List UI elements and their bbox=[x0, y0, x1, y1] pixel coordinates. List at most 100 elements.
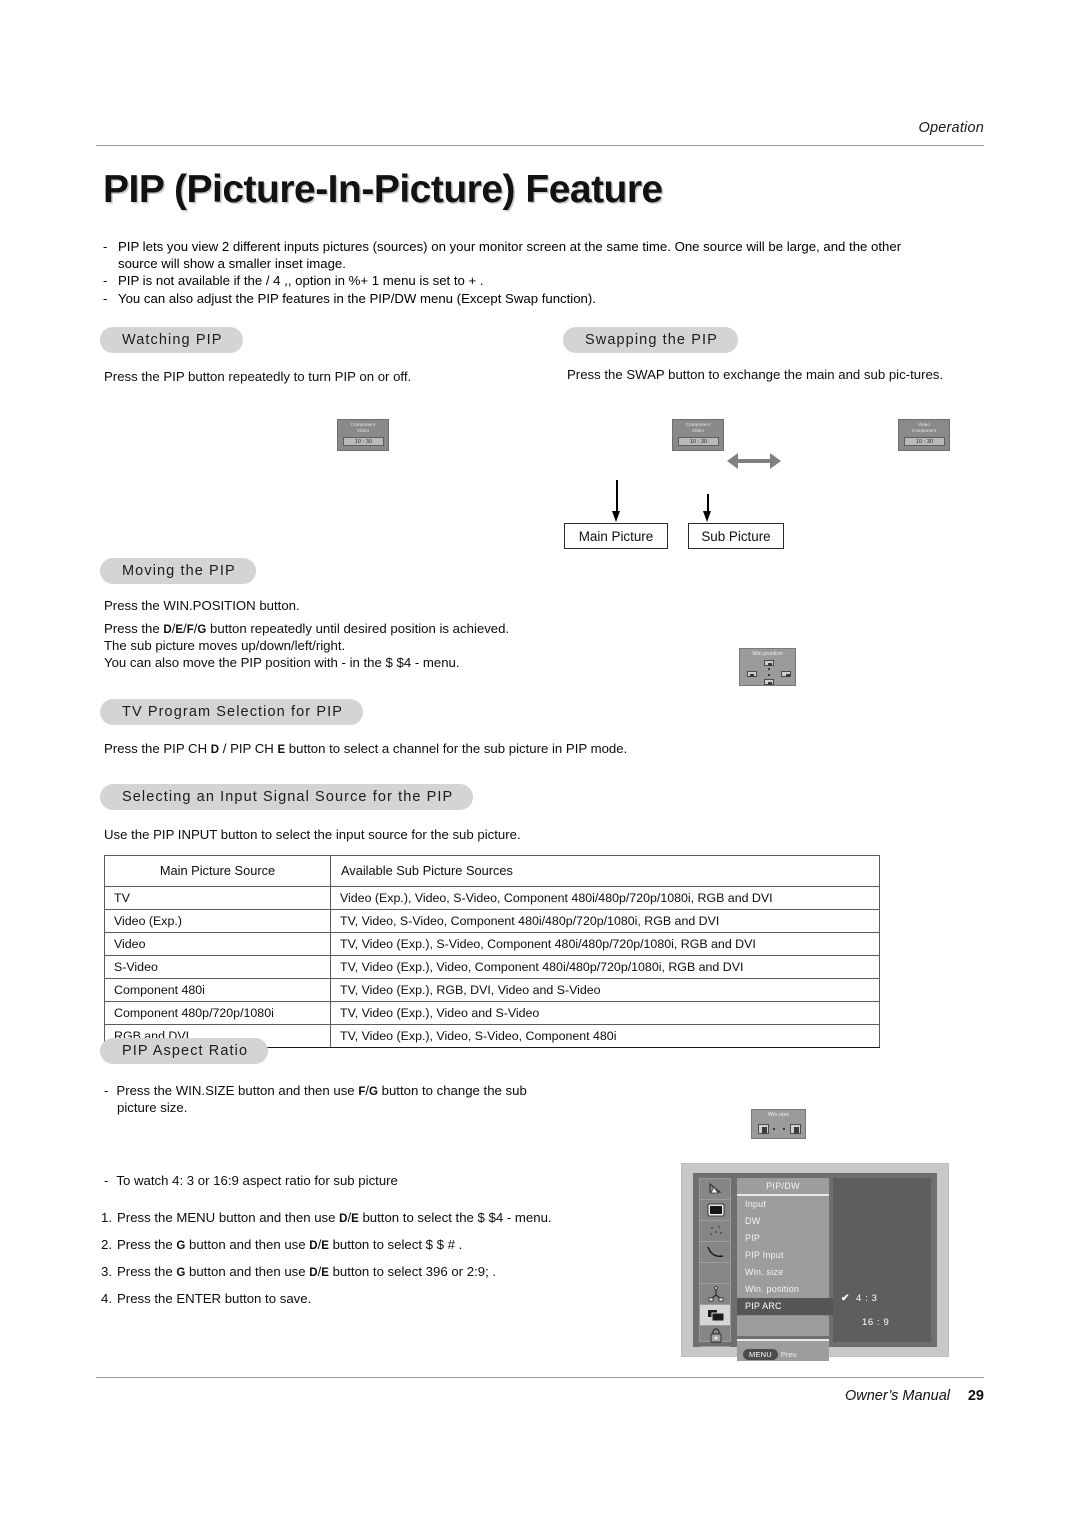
osd-menu-list: Input DW PIP PIP Input Win. size Win. po… bbox=[737, 1196, 859, 1315]
key-down-icon: D bbox=[309, 1240, 318, 1252]
win-size-dot-right-icon bbox=[783, 1128, 785, 1130]
key-right-icon: G bbox=[176, 1267, 186, 1279]
step-number: 3. bbox=[101, 1264, 112, 1279]
osd-sidebar-pip-icon[interactable] bbox=[700, 1305, 730, 1326]
osd-sidebar-sparkle-icon[interactable] bbox=[700, 1221, 730, 1242]
key-up-icon: E bbox=[351, 1213, 359, 1225]
win-position-keypad-widget: Win.position bbox=[739, 648, 796, 686]
down-arrow-icon bbox=[768, 681, 772, 685]
table-body: Main Picture Source Available Sub Pictur… bbox=[104, 855, 880, 1048]
bullet-dash: - bbox=[103, 290, 108, 306]
table-cell-sub-sources: TV, Video (Exp.), Video and S-Video bbox=[330, 1001, 880, 1025]
osd-sidebar-lock-icon[interactable] bbox=[700, 1326, 730, 1347]
win-position-right-button[interactable] bbox=[781, 671, 791, 677]
intro-bullet-2-text: PIP is not available if the / 4 ,, optio… bbox=[118, 273, 484, 289]
osd-option-checkmark-icon: ✔ bbox=[841, 1293, 850, 1304]
step-pre: Press the MENU button and then use bbox=[117, 1210, 340, 1225]
swap-arrow-right-head bbox=[770, 453, 781, 469]
key-left-icon: F bbox=[186, 624, 194, 636]
osd-sidebar-picture-icon[interactable] bbox=[700, 1200, 730, 1221]
osd-prev-label: Prev. bbox=[780, 1350, 798, 1359]
table-header-sub-sources: Available Sub Picture Sources bbox=[330, 855, 880, 887]
key-up-icon: E bbox=[175, 624, 184, 636]
grow-icon bbox=[794, 1127, 799, 1133]
win-size-increase-button[interactable] bbox=[790, 1124, 801, 1134]
sparkle-icon-svg bbox=[710, 1226, 722, 1235]
win-position-up-button[interactable] bbox=[764, 660, 774, 666]
key-down-icon: D bbox=[210, 744, 220, 756]
arrow-stem bbox=[616, 480, 618, 511]
key-up-icon: E bbox=[277, 744, 286, 756]
heading-pip-aspect-ratio: PIP Aspect Ratio bbox=[100, 1038, 269, 1064]
osd-item-input[interactable]: Input bbox=[737, 1196, 829, 1213]
bullet-dash: - bbox=[104, 1173, 109, 1188]
osd-item-dw[interactable]: DW bbox=[737, 1213, 829, 1230]
osd-item-pip-input[interactable]: PIP Input bbox=[737, 1247, 829, 1264]
osd-menu-button-chip[interactable]: MENU bbox=[743, 1349, 778, 1360]
table-cell-main-source: S-Video bbox=[104, 955, 331, 979]
arrow-to-sub-picture-icon bbox=[702, 494, 713, 522]
step-post-2: button to select $ $ # . bbox=[328, 1237, 463, 1252]
step-pre: Press the bbox=[117, 1237, 177, 1252]
aspect-step-4: 4. Press the ENTER button to save. bbox=[101, 1290, 661, 1307]
intro-bullet-2: - PIP is not available if the / 4 ,, opt… bbox=[103, 272, 943, 289]
table-row: S-Video TV, Video (Exp.), Video, Compone… bbox=[104, 955, 880, 979]
intro-bullet-1-text: PIP lets you view 2 different inputs pic… bbox=[118, 239, 902, 272]
tv-thumbnail-swap-before: Component Video 10 : 30 bbox=[672, 419, 724, 451]
smile-curve-icon-svg bbox=[707, 1246, 724, 1257]
bullet-dash: - bbox=[103, 239, 108, 254]
heading-swapping-pip: Swapping the PIP bbox=[563, 327, 738, 353]
sub-picture-label-box: Sub Picture bbox=[688, 523, 784, 549]
win-position-left-button[interactable] bbox=[747, 671, 757, 677]
osd-option-4-3[interactable]: 4 : 3 bbox=[856, 1293, 878, 1304]
table-cell-sub-sources: TV, Video (Exp.), S-Video, Component 480… bbox=[330, 932, 880, 956]
table-row: Component 480i TV, Video (Exp.), RGB, DV… bbox=[104, 978, 880, 1002]
table-cell-sub-sources: TV, Video (Exp.), RGB, DVI, Video and S-… bbox=[330, 978, 880, 1002]
osd-menu-footer[interactable]: MENU Prev. bbox=[737, 1339, 829, 1361]
win-position-caption: Win.position bbox=[752, 651, 783, 657]
heading-input-signal-source: Selecting an Input Signal Source for the… bbox=[100, 784, 474, 810]
osd-item-pip[interactable]: PIP bbox=[737, 1230, 829, 1247]
arrow-head bbox=[612, 511, 620, 522]
main-picture-label-box: Main Picture bbox=[564, 523, 668, 549]
osd-menu-spacer bbox=[737, 1315, 829, 1336]
osd-sidebar-tools-icon[interactable] bbox=[700, 1284, 730, 1305]
key-down-icon: D bbox=[163, 624, 172, 636]
volume-icon-svg bbox=[709, 1182, 722, 1194]
moving-pip-line-3: The sub picture moves up/down/left/right… bbox=[104, 638, 346, 653]
step-post: button and then use bbox=[185, 1264, 310, 1279]
step-pre: Press the ENTER button to save. bbox=[117, 1291, 312, 1306]
intro-bullets: - PIP lets you view 2 different inputs p… bbox=[103, 238, 943, 307]
aspect-bullet-pre: Press the WIN.SIZE button and then use bbox=[116, 1083, 359, 1098]
osd-item-win-size[interactable]: Win. size bbox=[737, 1264, 829, 1281]
key-right-icon: G bbox=[369, 1086, 378, 1098]
osd-item-win-position[interactable]: Win. position bbox=[737, 1281, 829, 1298]
header-divider bbox=[96, 145, 984, 146]
tv-source-line2: Video bbox=[356, 427, 370, 433]
table-cell-sub-sources: TV, Video (Exp.), Video, Component 480i/… bbox=[330, 955, 880, 979]
osd-sidebar-blank-icon[interactable] bbox=[700, 1263, 730, 1284]
win-position-down-button[interactable] bbox=[764, 679, 774, 685]
osd-sidebar-volume-icon[interactable] bbox=[700, 1179, 730, 1200]
step-post: button to select the $ $4 - menu. bbox=[358, 1210, 552, 1225]
table-row: TV Video (Exp.), Video, S-Video, Compone… bbox=[104, 886, 880, 910]
osd-menu-column: PIP/DW Input DW PIP PIP Input Win. size … bbox=[737, 1178, 859, 1361]
step-number: 1. bbox=[101, 1210, 112, 1225]
moving-line2-pre: Press the bbox=[104, 621, 164, 636]
table-cell-sub-sources: TV, Video (Exp.), Video, S-Video, Compon… bbox=[330, 1024, 880, 1048]
win-size-dot-left-icon bbox=[773, 1128, 775, 1130]
osd-sidebar-smile-icon[interactable] bbox=[700, 1242, 730, 1263]
step-post-2: button to select 396 or 2:9; . bbox=[328, 1264, 497, 1279]
intro-bullet-3-text: You can also adjust the PIP features in … bbox=[118, 290, 596, 306]
win-size-decrease-button[interactable] bbox=[758, 1124, 769, 1134]
win-size-caption: Win.size bbox=[767, 1112, 790, 1118]
osd-options-pane: ✔ 4 : 3 16 : 9 bbox=[833, 1178, 931, 1342]
table-row: Video (Exp.) TV, Video, S-Video, Compone… bbox=[104, 909, 880, 933]
tv-program-mid: / PIP CH bbox=[219, 741, 278, 756]
osd-option-16-9[interactable]: 16 : 9 bbox=[862, 1317, 889, 1328]
step-post: button and then use bbox=[185, 1237, 310, 1252]
bullet-dash: - bbox=[103, 273, 108, 289]
tv-program-post: button to select a channel for the sub p… bbox=[285, 741, 628, 756]
heading-moving-pip: Moving the PIP bbox=[100, 558, 256, 584]
table-cell-main-source: Video bbox=[104, 932, 331, 956]
